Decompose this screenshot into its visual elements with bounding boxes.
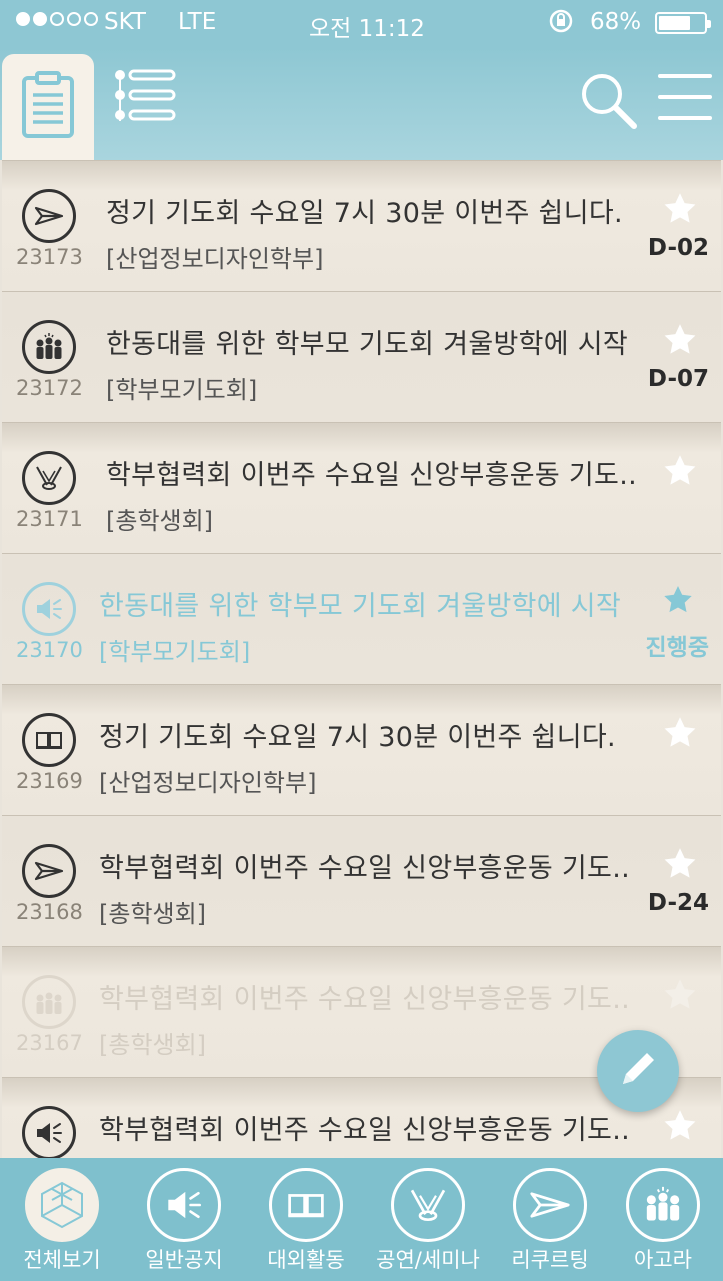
stage-icon [391,1168,465,1242]
tab-agora[interactable]: 아고라 [603,1158,723,1281]
list-view-tab[interactable] [110,64,182,130]
post-number: 23171 [16,507,83,531]
card-view-tab[interactable] [2,54,94,160]
d-day-badge: D-07 [647,366,709,392]
post-number: 23169 [16,769,83,793]
post-category: [총학생회] [99,1031,207,1059]
tab-label: 리쿠르팅 [511,1248,589,1272]
tab-performance-seminar[interactable]: 공연/세미나 [368,1158,488,1281]
tab-label: 전체보기 [23,1248,101,1272]
post-category: [학부모기도회] [106,376,258,404]
post-category: [총학생회] [99,900,207,928]
post-title[interactable]: 학부협력회 이번주 수요일 신앙부흥운동 기도.. [99,1108,630,1147]
cube-icon [25,1168,99,1242]
megaphone-icon [147,1168,221,1242]
post-number: 23170 [16,638,83,662]
post-title[interactable]: 한동대를 위한 학부모 기도회 겨울방학에 시작 [106,322,628,361]
star-icon[interactable] [662,846,698,882]
megaphone-icon [22,1106,76,1158]
list-icon [114,65,178,129]
book-icon [22,713,76,767]
post-title[interactable]: 정기 기도회 수요일 7시 30분 이번주 쉽니다. [106,191,623,230]
tab-label: 대외활동 [267,1248,345,1272]
clipboard-icon [21,71,75,143]
tab-external-activities[interactable]: 대외활동 [246,1158,366,1281]
star-icon[interactable] [662,715,698,751]
app-header [0,48,723,160]
tab-recruiting[interactable]: 리쿠르팅 [490,1158,610,1281]
post-list[interactable]: 23173 정기 기도회 수요일 7시 30분 이번주 쉽니다. [산업정보디자… [2,160,721,1158]
tab-all[interactable]: 전체보기 [2,1158,122,1281]
battery-percentage: 68% [590,9,642,35]
rotation-lock-icon [548,8,574,40]
search-button[interactable] [578,70,640,132]
post-category: [산업정보디자인학부] [99,769,317,797]
status-time: 오전 11:12 [309,16,425,42]
network-type: LTE [178,9,217,35]
stage-icon [22,451,76,505]
star-icon[interactable] [662,584,698,620]
tab-label: 공연/세미나 [376,1248,480,1272]
list-item[interactable]: 23168 학부협력회 이번주 수요일 신앙부흥운동 기도.. [총학생회] D… [2,815,721,947]
star-icon[interactable] [662,191,698,227]
carrier-name: SKT [104,9,146,35]
post-category: [총학생회] [106,507,214,535]
status-badge: 진행중 [645,635,709,661]
battery-icon [655,12,711,34]
bottom-tab-bar: 전체보기 일반공지 대외활동 공연/세미나 리쿠르팅 아고라 [0,1158,723,1281]
search-icon [578,74,640,136]
post-title[interactable]: 학부협력회 이번주 수요일 신앙부흥운동 기도.. [99,977,630,1016]
book-icon [269,1168,343,1242]
post-number: 23173 [16,245,83,269]
star-icon[interactable] [662,453,698,489]
list-item[interactable]: 23172 한동대를 위한 학부모 기도회 겨울방학에 시작 [학부모기도회] … [2,291,721,423]
d-day-badge: D-02 [647,235,709,261]
star-icon[interactable] [662,977,698,1013]
post-number: 23168 [16,900,83,924]
post-category: [산업정보디자인학부] [106,245,324,273]
post-number: 23167 [16,1031,83,1055]
post-title[interactable]: 정기 기도회 수요일 7시 30분 이번주 쉽니다. [99,715,616,754]
tab-general-notice[interactable]: 일반공지 [124,1158,244,1281]
menu-icon [656,74,714,128]
post-title[interactable]: 학부협력회 이번주 수요일 신앙부흥운동 기도.. [106,453,637,492]
post-title[interactable]: 학부협력회 이번주 수요일 신앙부흥운동 기도.. [99,846,630,885]
menu-button[interactable] [656,70,714,124]
list-item[interactable]: 23169 정기 기도회 수요일 7시 30분 이번주 쉽니다. [산업정보디자… [2,684,721,816]
d-day-badge: D-24 [647,890,709,916]
pencil-icon [617,1048,659,1094]
post-title[interactable]: 한동대를 위한 학부모 기도회 겨울방학에 시작 [99,584,621,623]
paper-plane-icon [22,844,76,898]
tab-label: 일반공지 [145,1248,223,1272]
status-bar: SKT LTE 오전 11:12 68% [0,0,723,48]
group-icon [626,1168,700,1242]
star-icon[interactable] [662,322,698,358]
signal-strength-icon [16,12,98,26]
paper-plane-icon [513,1168,587,1242]
paper-plane-icon [22,189,76,243]
tab-label: 아고라 [634,1248,692,1272]
post-category: [학부모기도회] [99,638,251,666]
megaphone-icon [22,582,76,636]
list-item[interactable]: 23173 정기 기도회 수요일 7시 30분 이번주 쉽니다. [산업정보디자… [2,160,721,292]
star-icon[interactable] [662,1108,698,1144]
list-item[interactable]: 23170 한동대를 위한 학부모 기도회 겨울방학에 시작 [학부모기도회] … [2,553,721,685]
group-icon [22,975,76,1029]
list-item[interactable]: 23171 학부협력회 이번주 수요일 신앙부흥운동 기도.. [총학생회] [2,422,721,554]
group-icon [22,320,76,374]
post-number: 23172 [16,376,83,400]
compose-button[interactable] [597,1030,679,1112]
